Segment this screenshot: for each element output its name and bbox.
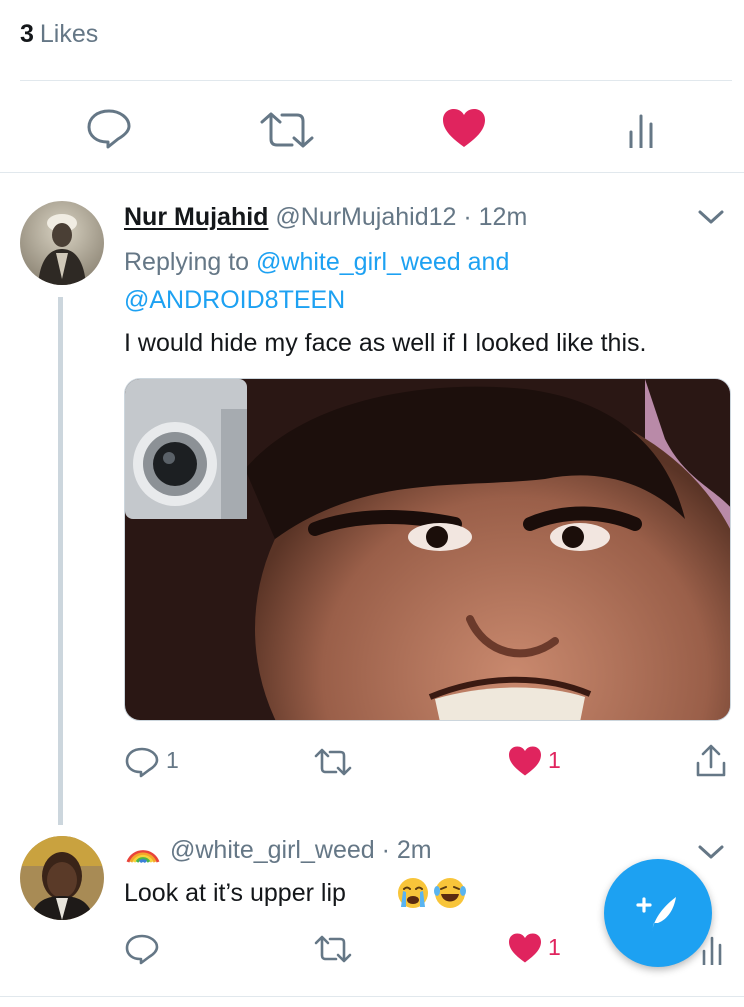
separator: · [381, 836, 390, 864]
divider [0, 172, 744, 173]
thread-line [58, 297, 63, 825]
heart-filled-icon[interactable] [507, 745, 543, 777]
tweet-header: @white_girl_weed · 2m [170, 836, 432, 865]
replying-label: Replying to [124, 248, 250, 276]
like-count: 1 [548, 747, 561, 773]
likes-count: 3 [20, 20, 34, 48]
display-name[interactable]: Nur Mujahid [124, 203, 268, 231]
like-count: 1 [548, 934, 561, 960]
divider [0, 996, 744, 997]
handle[interactable]: @NurMujahid12 [275, 203, 456, 231]
divider [20, 80, 732, 81]
separator: · [463, 203, 472, 231]
reply-count: 1 [166, 747, 179, 773]
reply-icon[interactable] [85, 107, 133, 149]
mention-link[interactable]: @white_girl_weed [256, 248, 461, 276]
tweet-text: I would hide my face as well if I looked… [124, 329, 647, 357]
tweet-header: Nur Mujahid @NurMujahid12 · 12m [124, 203, 527, 232]
compose-tweet-button[interactable] [604, 859, 712, 967]
retweet-icon[interactable] [313, 935, 353, 963]
laughing-tears-icon [433, 876, 467, 910]
retweet-icon[interactable] [313, 748, 353, 776]
retweet-icon[interactable] [258, 111, 316, 149]
timestamp[interactable]: 12m [479, 203, 528, 231]
reply-icon[interactable] [124, 746, 160, 778]
rainbow-icon [124, 836, 162, 864]
compose-tweet-icon [634, 889, 682, 937]
crying-face-icon [396, 876, 430, 910]
avatar[interactable] [20, 201, 104, 285]
replying-and: and [467, 248, 510, 276]
replying-to: Replying to @white_girl_weed and [124, 248, 509, 277]
tweet-text: Look at it’s upper lip [124, 879, 346, 907]
tweet-media-image[interactable] [124, 378, 731, 721]
mention-link[interactable]: @ANDROID8TEEN [124, 286, 345, 315]
timestamp[interactable]: 2m [397, 836, 432, 864]
avatar[interactable] [20, 836, 104, 920]
analytics-icon[interactable] [626, 112, 656, 148]
share-icon[interactable] [694, 743, 728, 779]
handle[interactable]: @white_girl_weed [170, 836, 375, 864]
reply-icon[interactable] [124, 933, 160, 965]
heart-filled-icon[interactable] [507, 932, 543, 964]
likes-label: Likes [39, 20, 99, 48]
chevron-down-icon[interactable] [697, 843, 725, 861]
heart-filled-icon[interactable] [441, 107, 487, 149]
likes-summary[interactable]: 3 Likes [20, 20, 98, 49]
chevron-down-icon[interactable] [697, 208, 725, 226]
